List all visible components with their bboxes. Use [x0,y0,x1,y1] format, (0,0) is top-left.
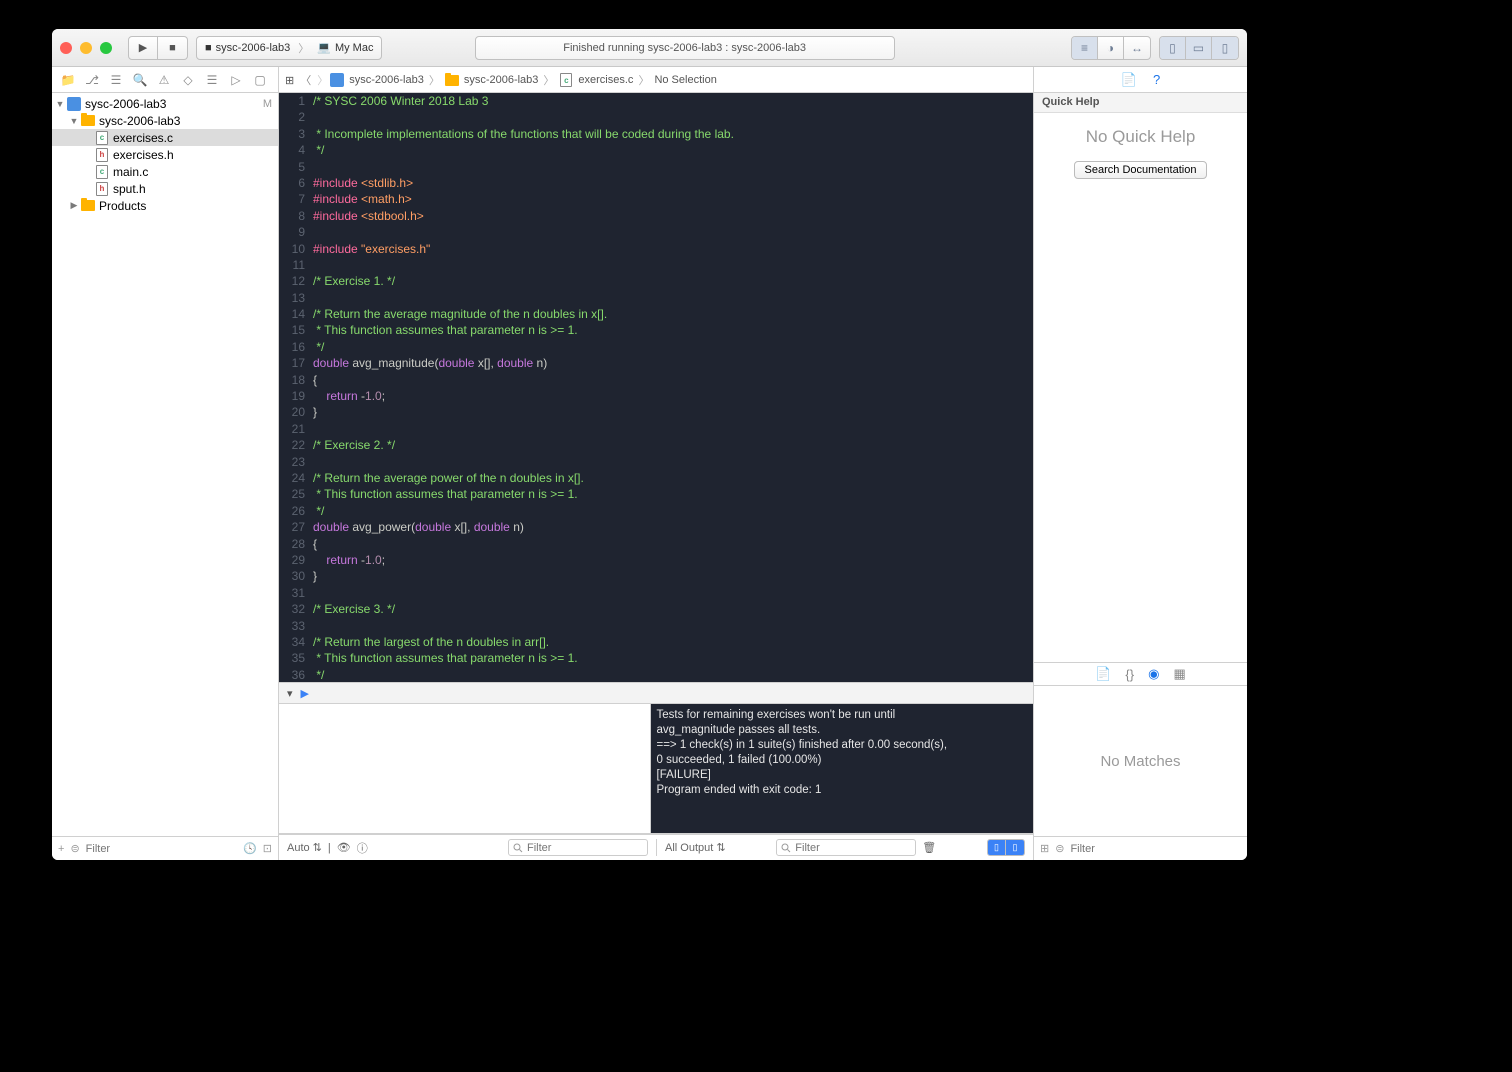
editor-mode-segmented[interactable]: ≡ ◑ ↔ [1071,36,1151,60]
tree-products[interactable]: Products [99,199,272,213]
standard-editor-icon[interactable]: ≡ [1072,37,1098,59]
file-template-library-icon[interactable]: 📄 [1095,666,1111,682]
library-content: No Matches [1034,686,1247,836]
tree-file[interactable]: sput.h [113,182,272,196]
toggle-debug-icon[interactable]: ▾ [287,687,293,700]
debug-bar: ▾ ▶ [279,682,1033,704]
breakpoint-toggle-icon[interactable]: ▶ [301,687,309,700]
console-output-scope[interactable]: All Output ⇅ [665,841,726,854]
object-library-icon[interactable]: ◉ [1148,666,1159,682]
no-matches-label: No Matches [1100,753,1180,770]
quicklook-icon[interactable]: 👁 [337,841,351,854]
tree-file[interactable]: exercises.c [113,131,272,145]
breakpoint-navigator-icon[interactable]: ▷ [224,68,248,92]
line-gutter: 1234567891011121314151617181920212223242… [279,93,313,682]
code-area[interactable]: /* SYSC 2006 Winter 2018 Lab 3 * Incompl… [313,93,1033,682]
grid-list-toggle-icon[interactable]: ⊞ [1040,842,1049,855]
variables-view[interactable] [279,704,651,833]
related-items-icon[interactable]: ⊞ [285,74,294,87]
report-navigator-icon[interactable]: ▢ [248,68,272,92]
project-tree[interactable]: ▼ sysc-2006-lab3 M ▼ sysc-2006-lab3 c ex… [52,93,278,836]
bottom-panel-icon[interactable]: ▭ [1186,37,1212,59]
code-snippet-library-icon[interactable]: {} [1125,667,1134,682]
filter-icon: ⊜ [1055,842,1064,855]
scm-filter-icon[interactable]: ⊡ [263,842,272,855]
xcode-window: ▶ ■ ■sysc-2006-lab3 〉 💻My Mac Finished r… [52,29,1247,860]
toolbar: ▶ ■ ■sysc-2006-lab3 〉 💻My Mac Finished r… [52,29,1247,67]
clear-console-icon[interactable]: 🗑 [922,841,936,854]
console-output[interactable]: Tests for remaining exercises won't be r… [651,704,1034,833]
library-filter-input[interactable] [1070,843,1241,855]
right-panel-icon[interactable]: ▯ [1212,37,1238,59]
variables-scope[interactable]: Auto ⇅ [287,841,322,854]
scm-badge: M [263,98,272,110]
run-button[interactable]: ▶ [128,36,158,60]
scheme-selector[interactable]: ■sysc-2006-lab3 〉 💻My Mac [196,36,382,60]
issue-navigator-icon[interactable]: ⚠ [152,68,176,92]
filter-icon: ⊜ [70,842,79,855]
inspector-selector: 📄 ? [1033,67,1247,92]
tree-file[interactable]: main.c [113,165,272,179]
source-control-navigator-icon[interactable]: ⎇ [80,68,104,92]
navigator-filter-bar: + ⊜ 🕓 ⊡ [52,836,278,860]
library-selector: 📄 {} ◉ ▦ [1034,662,1247,686]
disclosure-icon[interactable]: ▼ [68,116,80,126]
project-navigator-icon[interactable]: 📁 [56,68,80,92]
print-description-icon[interactable]: ⓘ [357,840,368,856]
navigator-jump-bar-row: 📁 ⎇ ☰ 🔍 ⚠ ◇ ☰ ▷ ▢ ⊞ 〈 〉 sysc-2006-lab3 〉… [52,67,1247,93]
disclosure-icon[interactable]: ▶ [68,200,80,211]
library-filter-bar: ⊞ ⊜ [1034,836,1247,860]
debug-navigator-icon[interactable]: ☰ [200,68,224,92]
minimize-window[interactable] [80,42,92,54]
jump-bar[interactable]: ⊞ 〈 〉 sysc-2006-lab3 〉 sysc-2006-lab3 〉 … [279,67,1033,93]
close-window[interactable] [60,42,72,54]
tree-project[interactable]: sysc-2006-lab3 [85,97,263,111]
stop-button[interactable]: ■ [158,36,188,60]
source-editor[interactable]: 1234567891011121314151617181920212223242… [279,93,1033,682]
navigator-selector: 📁 ⎇ ☰ 🔍 ⚠ ◇ ☰ ▷ ▢ [52,67,279,92]
inspector: Quick Help No Quick Help Search Document… [1033,93,1247,860]
disclosure-icon[interactable]: ▼ [54,99,66,109]
console-filter-input[interactable] [776,839,916,856]
quick-help-header: Quick Help [1034,93,1247,113]
panel-visibility-segmented[interactable]: ▯ ▭ ▯ [1159,36,1239,60]
navigator: ▼ sysc-2006-lab3 M ▼ sysc-2006-lab3 c ex… [52,93,279,860]
forward-button[interactable]: 〉 [317,72,328,88]
navigator-filter-input[interactable] [86,843,237,855]
activity-viewer: Finished running sysc-2006-lab3 : sysc-2… [475,36,895,60]
symbol-navigator-icon[interactable]: ☰ [104,68,128,92]
debug-area: Tests for remaining exercises won't be r… [279,704,1033,834]
recent-filter-icon[interactable]: 🕓 [243,842,257,855]
assistant-editor-icon[interactable]: ◑ [1098,37,1124,59]
left-panel-icon[interactable]: ▯ [1160,37,1186,59]
version-editor-icon[interactable]: ↔ [1124,37,1150,59]
file-inspector-icon[interactable]: 📄 [1121,72,1137,88]
debug-pane-toggle[interactable]: ▯▯ [987,839,1025,856]
add-icon[interactable]: + [58,843,64,855]
test-navigator-icon[interactable]: ◇ [176,68,200,92]
variables-filter-input[interactable] [508,839,648,856]
media-library-icon[interactable]: ▦ [1173,666,1185,682]
tree-group[interactable]: sysc-2006-lab3 [99,114,272,128]
tree-file[interactable]: exercises.h [113,148,272,162]
no-quick-help-label: No Quick Help [1086,127,1196,147]
quick-help-inspector-icon[interactable]: ? [1153,72,1160,87]
back-button[interactable]: 〈 [300,72,311,88]
find-navigator-icon[interactable]: 🔍 [128,68,152,92]
search-documentation-button[interactable]: Search Documentation [1074,161,1208,179]
zoom-window[interactable] [100,42,112,54]
window-controls [60,42,112,54]
